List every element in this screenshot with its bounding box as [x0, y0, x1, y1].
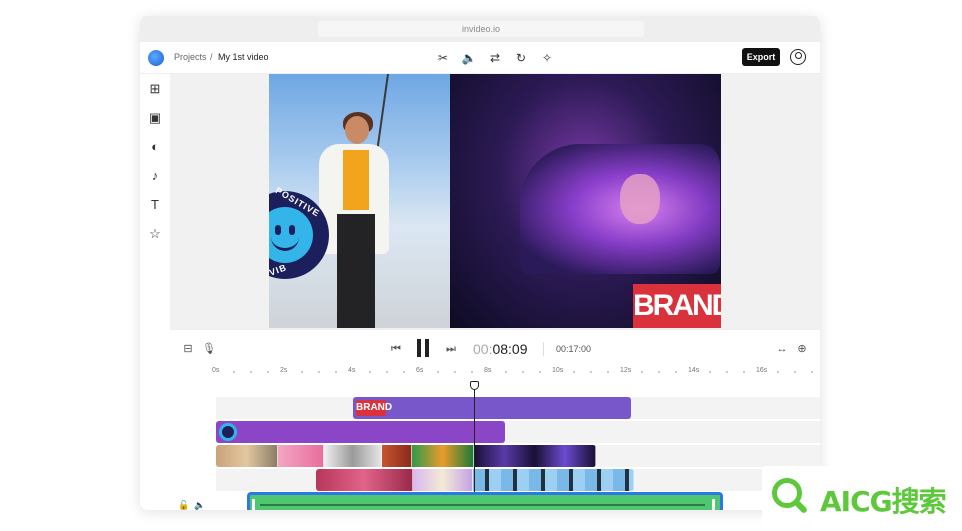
watermark-text: AICG搜索 — [820, 485, 947, 518]
ruler-dot — [658, 371, 660, 373]
current-time: 00:08:09 — [473, 341, 528, 357]
ruler-dot — [233, 371, 235, 373]
export-button[interactable]: Export — [742, 48, 780, 66]
scissors-icon[interactable]: ✂ — [434, 49, 452, 67]
ruler-dot — [335, 371, 337, 373]
timeline: 0s 2s 4s 6s 8s 10s 12s 14s 16s BRAND 🔓 🔈 — [170, 367, 820, 510]
account-icon[interactable] — [790, 49, 806, 65]
search-icon-handle — [793, 499, 809, 515]
ruler-dot — [267, 371, 269, 373]
ruler-dot — [607, 371, 609, 373]
ruler-dot — [743, 371, 745, 373]
ruler-dot — [811, 371, 813, 373]
editor-topbar: Projects / My 1st video ✂ 🔈 ⇄ ↻ ✧ Export — [140, 42, 820, 74]
ruler-dot — [777, 371, 779, 373]
preview-left-frame[interactable]: POSITIVE VIB — [269, 74, 450, 328]
color-icon[interactable]: ◐ — [146, 138, 164, 156]
ruler-dot — [573, 371, 575, 373]
grid-icon[interactable]: ⊞ — [146, 80, 164, 98]
ruler-dot — [794, 371, 796, 373]
url-bar[interactable]: invideo.io — [318, 21, 644, 37]
ruler-dot — [726, 371, 728, 373]
ruler-dot — [369, 371, 371, 373]
face-illustration — [620, 174, 660, 224]
playhead[interactable] — [470, 381, 479, 510]
audio-clip[interactable] — [247, 492, 723, 510]
total-time: 00:17:00 — [556, 344, 592, 354]
ruler-tick: 2s — [280, 367, 288, 374]
preview-canvas[interactable]: POSITIVE VIB BRAND — [170, 74, 820, 329]
smiley-icon — [269, 207, 313, 263]
ruler-tick: 14s — [688, 367, 700, 374]
star-icon[interactable]: ☆ — [146, 225, 164, 243]
ruler-dot — [675, 371, 677, 373]
audio-trim-start-handle[interactable] — [252, 499, 255, 510]
ruler-dot — [386, 371, 388, 373]
video-clip-group-2[interactable] — [316, 469, 634, 491]
ruler-tick: 4s — [348, 367, 356, 374]
ruler-dot — [709, 371, 711, 373]
ruler-dot — [301, 371, 303, 373]
mic-icon[interactable]: 🎙 — [202, 342, 216, 356]
audio-trim-end-handle[interactable] — [712, 499, 715, 510]
playback-bar: ⊟ 🎙 ⏮ ⏭ 00:08:09 00:17:00 ↔ ⊕ — [170, 329, 820, 367]
ruler-dot — [641, 371, 643, 373]
invideo-logo-icon[interactable] — [148, 50, 164, 66]
ruler-dot — [454, 371, 456, 373]
left-sidebar: ⊞ ▣ ◐ ♪ T ☆ — [140, 74, 170, 329]
brand-text-overlay[interactable]: BRAND — [633, 284, 721, 328]
image-icon[interactable]: ▣ — [146, 109, 164, 127]
breadcrumb-separator: / — [210, 52, 213, 62]
skip-back-icon[interactable]: ⏮ — [389, 342, 403, 356]
car-window-illustration — [520, 144, 720, 274]
zoom-in-icon[interactable]: ⊕ — [795, 342, 809, 356]
ruler-dot — [403, 371, 405, 373]
audio-waveform — [260, 504, 705, 506]
lock-icon[interactable]: 🔓 — [178, 499, 190, 510]
swap-icon[interactable]: ⇄ — [486, 49, 504, 67]
skip-forward-icon[interactable]: ⏭ — [444, 342, 458, 356]
app-window: invideo.io Projects / My 1st video ✂ 🔈 ⇄… — [140, 16, 820, 510]
align-icon[interactable]: ⊟ — [181, 342, 195, 356]
video-clip-group-1[interactable] — [216, 445, 596, 467]
rotate-icon[interactable]: ↻ — [512, 49, 530, 67]
pause-button[interactable] — [416, 339, 430, 357]
ruler-tick: 12s — [620, 367, 632, 374]
text-icon[interactable]: T — [146, 196, 164, 214]
ruler-tick: 0s — [212, 367, 220, 374]
sticker-text-side: VIB — [269, 262, 289, 278]
browser-chrome: invideo.io — [140, 16, 820, 42]
ruler-dot — [437, 371, 439, 373]
breadcrumb-current: My 1st video — [218, 52, 269, 62]
fit-width-icon[interactable]: ↔ — [775, 342, 789, 356]
ruler-tick: 16s — [756, 367, 768, 374]
music-icon[interactable]: ♪ — [146, 167, 164, 185]
ruler-tick: 10s — [552, 367, 564, 374]
sticker-clip[interactable] — [216, 421, 505, 443]
text-clip[interactable]: BRAND — [353, 397, 631, 419]
text-clip-label: BRAND — [356, 400, 392, 416]
preview-right-frame[interactable]: BRAND — [450, 74, 721, 328]
ruler-tick: 6s — [416, 367, 424, 374]
watermark: AICG搜索 — [762, 466, 962, 531]
breadcrumb-projects[interactable]: Projects — [174, 52, 207, 62]
sticker-thumb-icon — [219, 423, 237, 441]
ruler-dot — [318, 371, 320, 373]
ruler-dot — [539, 371, 541, 373]
magic-wand-icon[interactable]: ✧ — [538, 49, 556, 67]
speaker-icon[interactable]: 🔈 — [194, 499, 206, 510]
time-separator — [543, 342, 544, 356]
ruler-dot — [590, 371, 592, 373]
playhead-handle[interactable] — [470, 381, 479, 390]
ruler-dot — [505, 371, 507, 373]
volume-icon[interactable]: 🔈 — [460, 49, 478, 67]
ruler-dot — [250, 371, 252, 373]
ruler-tick: 8s — [484, 367, 492, 374]
ruler-dot — [522, 371, 524, 373]
ruler-dot — [471, 371, 473, 373]
